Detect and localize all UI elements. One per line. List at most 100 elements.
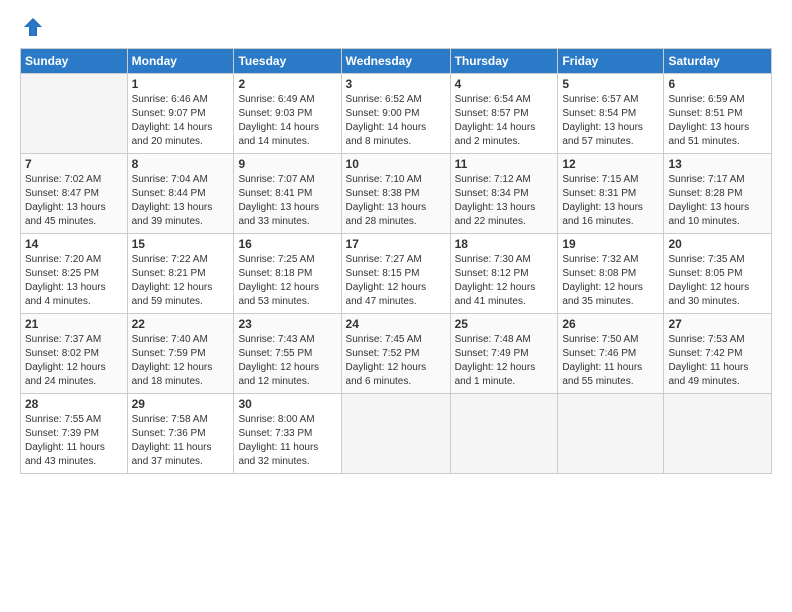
calendar-cell <box>341 394 450 474</box>
weekday-header-wednesday: Wednesday <box>341 49 450 74</box>
day-info: Sunrise: 7:12 AM Sunset: 8:34 PM Dayligh… <box>455 173 554 229</box>
calendar-table: SundayMondayTuesdayWednesdayThursdayFrid… <box>20 48 772 474</box>
calendar-cell: 11 Sunrise: 7:12 AM Sunset: 8:34 PM Dayli… <box>450 154 558 234</box>
weekday-header-row: SundayMondayTuesdayWednesdayThursdayFrid… <box>21 49 772 74</box>
calendar-cell: 24 Sunrise: 7:45 AM Sunset: 7:52 PM Dayli… <box>341 314 450 394</box>
day-info: Sunrise: 7:45 AM Sunset: 7:52 PM Dayligh… <box>346 333 446 389</box>
day-info: Sunrise: 6:57 AM Sunset: 8:54 PM Dayligh… <box>562 93 659 149</box>
calendar-cell <box>558 394 664 474</box>
day-number: 13 <box>668 157 767 171</box>
calendar-cell: 8 Sunrise: 7:04 AM Sunset: 8:44 PM Daylig… <box>127 154 234 234</box>
calendar-cell: 19 Sunrise: 7:32 AM Sunset: 8:08 PM Dayli… <box>558 234 664 314</box>
day-number: 10 <box>346 157 446 171</box>
week-row-5: 28 Sunrise: 7:55 AM Sunset: 7:39 PM Dayli… <box>21 394 772 474</box>
day-number: 17 <box>346 237 446 251</box>
calendar-cell: 1 Sunrise: 6:46 AM Sunset: 9:07 PM Daylig… <box>127 74 234 154</box>
day-number: 21 <box>25 317 123 331</box>
calendar-cell: 25 Sunrise: 7:48 AM Sunset: 7:49 PM Dayli… <box>450 314 558 394</box>
weekday-header-sunday: Sunday <box>21 49 128 74</box>
calendar-cell <box>21 74 128 154</box>
calendar-cell: 2 Sunrise: 6:49 AM Sunset: 9:03 PM Daylig… <box>234 74 341 154</box>
logo <box>20 16 46 38</box>
weekday-header-friday: Friday <box>558 49 664 74</box>
day-number: 2 <box>238 77 336 91</box>
day-number: 16 <box>238 237 336 251</box>
weekday-header-saturday: Saturday <box>664 49 772 74</box>
day-info: Sunrise: 7:25 AM Sunset: 8:18 PM Dayligh… <box>238 253 336 309</box>
calendar-cell: 23 Sunrise: 7:43 AM Sunset: 7:55 PM Dayli… <box>234 314 341 394</box>
day-info: Sunrise: 7:32 AM Sunset: 8:08 PM Dayligh… <box>562 253 659 309</box>
calendar-cell: 27Sunrise: 7:53 AM Sunset: 7:42 PM Dayli… <box>664 314 772 394</box>
logo-icon <box>22 16 44 38</box>
day-number: 7 <box>25 157 123 171</box>
day-info: Sunrise: 6:59 AM Sunset: 8:51 PM Dayligh… <box>668 93 767 149</box>
day-number: 18 <box>455 237 554 251</box>
week-row-4: 21 Sunrise: 7:37 AM Sunset: 8:02 PM Dayli… <box>21 314 772 394</box>
day-number: 12 <box>562 157 659 171</box>
day-info: Sunrise: 6:52 AM Sunset: 9:00 PM Dayligh… <box>346 93 446 149</box>
day-number: 29 <box>132 397 230 411</box>
day-info: Sunrise: 7:58 AM Sunset: 7:36 PM Dayligh… <box>132 413 230 469</box>
day-number: 22 <box>132 317 230 331</box>
day-info: Sunrise: 6:49 AM Sunset: 9:03 PM Dayligh… <box>238 93 336 149</box>
day-info: Sunrise: 7:30 AM Sunset: 8:12 PM Dayligh… <box>455 253 554 309</box>
calendar-cell: 22 Sunrise: 7:40 AM Sunset: 7:59 PM Dayli… <box>127 314 234 394</box>
day-number: 26 <box>562 317 659 331</box>
day-number: 1 <box>132 77 230 91</box>
weekday-header-tuesday: Tuesday <box>234 49 341 74</box>
calendar-cell: 7 Sunrise: 7:02 AM Sunset: 8:47 PM Daylig… <box>21 154 128 234</box>
day-number: 4 <box>455 77 554 91</box>
day-info: Sunrise: 7:20 AM Sunset: 8:25 PM Dayligh… <box>25 253 123 309</box>
day-number: 6 <box>668 77 767 91</box>
day-info: Sunrise: 7:55 AM Sunset: 7:39 PM Dayligh… <box>25 413 123 469</box>
day-number: 25 <box>455 317 554 331</box>
calendar-cell: 14 Sunrise: 7:20 AM Sunset: 8:25 PM Dayli… <box>21 234 128 314</box>
day-number: 5 <box>562 77 659 91</box>
week-row-2: 7 Sunrise: 7:02 AM Sunset: 8:47 PM Daylig… <box>21 154 772 234</box>
day-number: 28 <box>25 397 123 411</box>
calendar-cell <box>664 394 772 474</box>
day-info: Sunrise: 7:04 AM Sunset: 8:44 PM Dayligh… <box>132 173 230 229</box>
calendar-cell: 3 Sunrise: 6:52 AM Sunset: 9:00 PM Daylig… <box>341 74 450 154</box>
calendar-cell: 18 Sunrise: 7:30 AM Sunset: 8:12 PM Dayli… <box>450 234 558 314</box>
day-info: Sunrise: 7:22 AM Sunset: 8:21 PM Dayligh… <box>132 253 230 309</box>
day-number: 11 <box>455 157 554 171</box>
calendar-cell: 29 Sunrise: 7:58 AM Sunset: 7:36 PM Dayli… <box>127 394 234 474</box>
calendar-cell: 6 Sunrise: 6:59 AM Sunset: 8:51 PM Daylig… <box>664 74 772 154</box>
day-info: Sunrise: 8:00 AM Sunset: 7:33 PM Dayligh… <box>238 413 336 469</box>
calendar-cell: 30Sunrise: 8:00 AM Sunset: 7:33 PM Dayli… <box>234 394 341 474</box>
calendar-cell <box>450 394 558 474</box>
day-info: Sunrise: 7:43 AM Sunset: 7:55 PM Dayligh… <box>238 333 336 389</box>
day-info: Sunrise: 7:27 AM Sunset: 8:15 PM Dayligh… <box>346 253 446 309</box>
day-number: 3 <box>346 77 446 91</box>
weekday-header-monday: Monday <box>127 49 234 74</box>
calendar-cell: 13 Sunrise: 7:17 AM Sunset: 8:28 PM Dayli… <box>664 154 772 234</box>
day-number: 8 <box>132 157 230 171</box>
day-number: 27 <box>668 317 767 331</box>
calendar-cell: 17 Sunrise: 7:27 AM Sunset: 8:15 PM Dayli… <box>341 234 450 314</box>
week-row-1: 1 Sunrise: 6:46 AM Sunset: 9:07 PM Daylig… <box>21 74 772 154</box>
day-info: Sunrise: 6:54 AM Sunset: 8:57 PM Dayligh… <box>455 93 554 149</box>
day-number: 14 <box>25 237 123 251</box>
calendar-cell: 26Sunrise: 7:50 AM Sunset: 7:46 PM Dayli… <box>558 314 664 394</box>
day-info: Sunrise: 7:37 AM Sunset: 8:02 PM Dayligh… <box>25 333 123 389</box>
day-info: Sunrise: 7:02 AM Sunset: 8:47 PM Dayligh… <box>25 173 123 229</box>
day-number: 19 <box>562 237 659 251</box>
day-number: 24 <box>346 317 446 331</box>
calendar-cell: 15 Sunrise: 7:22 AM Sunset: 8:21 PM Dayli… <box>127 234 234 314</box>
day-info: Sunrise: 7:48 AM Sunset: 7:49 PM Dayligh… <box>455 333 554 389</box>
day-info: Sunrise: 7:17 AM Sunset: 8:28 PM Dayligh… <box>668 173 767 229</box>
day-info: Sunrise: 7:10 AM Sunset: 8:38 PM Dayligh… <box>346 173 446 229</box>
day-number: 20 <box>668 237 767 251</box>
day-info: Sunrise: 7:07 AM Sunset: 8:41 PM Dayligh… <box>238 173 336 229</box>
week-row-3: 14 Sunrise: 7:20 AM Sunset: 8:25 PM Dayli… <box>21 234 772 314</box>
day-info: Sunrise: 7:35 AM Sunset: 8:05 PM Dayligh… <box>668 253 767 309</box>
day-info: Sunrise: 6:46 AM Sunset: 9:07 PM Dayligh… <box>132 93 230 149</box>
page-header <box>20 16 772 38</box>
day-info: Sunrise: 7:40 AM Sunset: 7:59 PM Dayligh… <box>132 333 230 389</box>
calendar-cell: 21 Sunrise: 7:37 AM Sunset: 8:02 PM Dayli… <box>21 314 128 394</box>
day-number: 15 <box>132 237 230 251</box>
day-number: 9 <box>238 157 336 171</box>
calendar-cell: 5 Sunrise: 6:57 AM Sunset: 8:54 PM Daylig… <box>558 74 664 154</box>
day-number: 23 <box>238 317 336 331</box>
